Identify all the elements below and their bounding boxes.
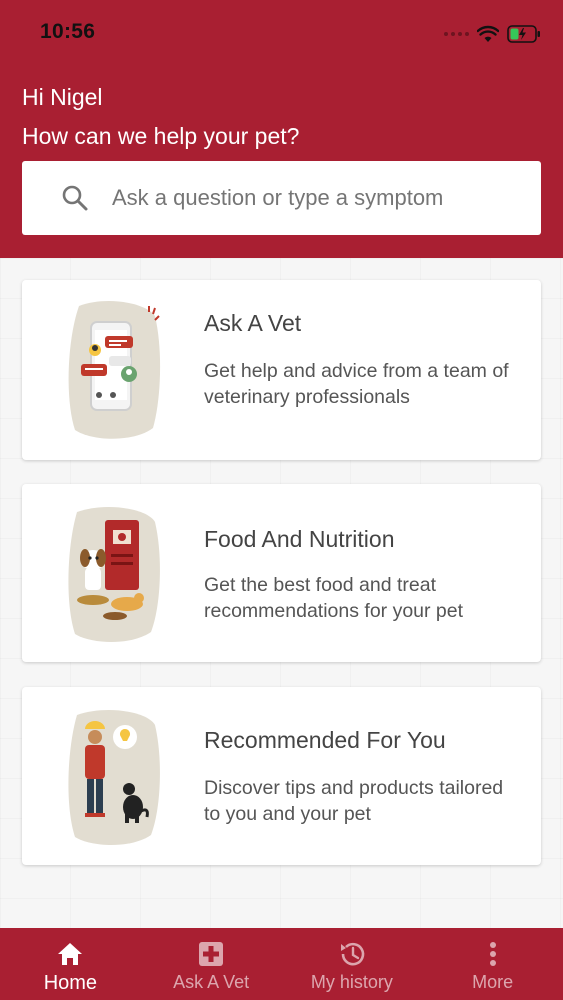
status-icons: [444, 22, 541, 46]
search-bar[interactable]: [22, 161, 541, 235]
nav-label: Ask A Vet: [173, 972, 250, 992]
nav-item-more[interactable]: More: [422, 928, 563, 1000]
wifi-icon: [477, 25, 499, 42]
more-vertical-icon: [479, 940, 507, 968]
person-dog-illustration: [65, 707, 161, 847]
history-icon: [338, 940, 366, 968]
signal-icon: [444, 32, 469, 36]
bottom-nav: Home Ask A Vet My history More: [0, 928, 563, 1000]
card-description: Get help and advice from a team of veter…: [204, 360, 509, 408]
help-prompt: How can we help your pet?: [22, 123, 300, 149]
greeting: Hi Nigel: [22, 84, 103, 110]
phone-chat-illustration: [65, 300, 161, 440]
search-input[interactable]: [112, 185, 512, 211]
nav-item-my-history[interactable]: My history: [282, 928, 423, 1000]
nav-label: More: [472, 972, 514, 992]
card-title: Food And Nutrition: [204, 526, 395, 552]
status-bar: 10:56: [0, 0, 563, 66]
card-title: Recommended For You: [204, 727, 446, 753]
header: 10:56 Hi Nigel How can we help your pet?: [0, 0, 563, 258]
dog-cat-food-illustration: [65, 504, 161, 644]
nav-item-home[interactable]: Home: [0, 928, 141, 1000]
nav-label: Home: [43, 972, 98, 994]
nav-label: My history: [310, 972, 393, 992]
status-time: 10:56: [40, 20, 96, 43]
food-and-nutrition-card[interactable]: Food And Nutrition Get the best food and…: [22, 484, 541, 662]
card-title: Ask A Vet: [204, 310, 302, 336]
medical-cross-icon: [197, 940, 225, 968]
card-description: Discover tips and products tailored to y…: [204, 777, 504, 825]
home-icon: [56, 940, 84, 968]
ask-a-vet-card[interactable]: Ask A Vet Get help and advice from a tea…: [22, 280, 541, 460]
battery-charging-icon: [507, 25, 540, 43]
nav-item-ask-a-vet[interactable]: Ask A Vet: [141, 928, 282, 1000]
search-icon: [60, 183, 90, 213]
recommended-for-you-card[interactable]: Recommended For You Discover tips and pr…: [22, 687, 541, 865]
card-description: Get the best food and treat recommendati…: [204, 574, 464, 622]
content-area: Ask A Vet Get help and advice from a tea…: [0, 258, 563, 928]
